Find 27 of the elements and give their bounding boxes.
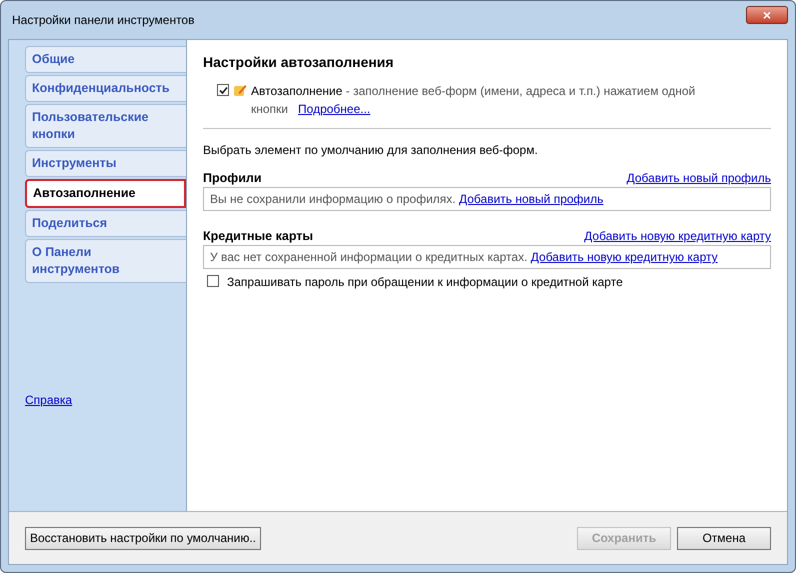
autofill-checkbox[interactable]: [217, 84, 229, 96]
add-link[interactable]: Добавить новую кредитную карту: [584, 229, 771, 243]
sidebar-tab[interactable]: Пользовательские кнопки: [25, 104, 186, 148]
add-link[interactable]: Добавить новый профиль: [458, 192, 604, 206]
section-title: Кредитные карты: [203, 229, 314, 243]
more-link[interactable]: Подробнее...: [298, 102, 370, 116]
empty-message: У вас нет сохраненной информации о кредитных картах.: [210, 250, 528, 264]
window-title: Настройки панели инструментов: [12, 13, 194, 27]
sidebar-tab[interactable]: Поделиться: [25, 210, 186, 237]
autofill-description: Автозаполнение - заполнение веб-форм (имени, адреса и т.п.) нажатием одной кнопки Подробнее...: [251, 83, 696, 118]
empty-message: Вы не сохранили информацию о профилях.: [210, 192, 456, 206]
sidebar-tab[interactable]: О Панели инструментов: [25, 239, 186, 283]
sidebar-tab[interactable]: Общие: [25, 46, 186, 73]
add-link[interactable]: Добавить новую кредитную карту: [530, 250, 718, 264]
help-link[interactable]: Справка: [25, 393, 72, 407]
password-option-label: Запрашивать пароль при обращении к информации о кредитной карте: [227, 274, 623, 291]
sidebar-tab[interactable]: Инструменты: [25, 150, 186, 177]
section-title: Профили: [203, 171, 262, 185]
pencil-icon: [233, 83, 247, 97]
reset-button[interactable]: Восстановить настройки по умолчанию..: [25, 526, 262, 550]
password-checkbox[interactable]: [207, 275, 219, 287]
add-link[interactable]: Добавить новый профиль: [626, 171, 771, 185]
sidebar-tab[interactable]: Автозаполнение: [25, 179, 186, 208]
section-heading: Настройки автозаполнения: [203, 54, 395, 70]
sidebar-tab[interactable]: Конфиденциальность: [25, 75, 186, 102]
dialog-button[interactable]: Отмена: [677, 526, 771, 550]
intro-text: Выбрать элемент по умолчанию для заполнения веб-форм.: [203, 143, 539, 157]
